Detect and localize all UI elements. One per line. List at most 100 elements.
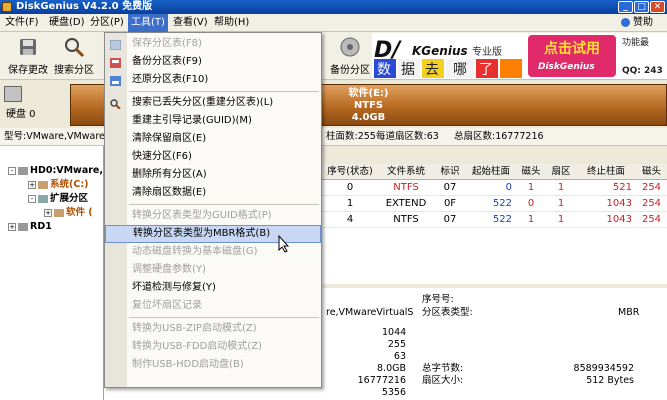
banner-char-2: 去 (425, 62, 439, 78)
sectors-per-track: 每道扇区数:63 (376, 131, 439, 142)
menu-item-label: 转换分区表类型为GUID格式(P) (132, 210, 272, 221)
tree-item-rd1[interactable]: + RD1 (8, 220, 52, 234)
menu-item-label: 动态磁盘转换为基本磁盘(G) (132, 246, 258, 257)
menu-help[interactable]: 帮助(H) (211, 14, 252, 32)
tree-item-system[interactable]: + 系统(C:) (28, 178, 88, 192)
menu-item-usb-hdd[interactable]: 制作USB-HDD启动盘(B) (105, 356, 321, 374)
tree-item-extended[interactable]: - 扩展分区 (28, 192, 88, 206)
banner-char-3: 哪 (453, 62, 467, 78)
cell-id: 0F (434, 196, 466, 212)
banner-right-top: 功能最 (622, 36, 649, 48)
menu-item-label: 还原分区表(F10) (132, 74, 209, 85)
save-changes-label: 保存更改 (8, 65, 48, 76)
cell-end-head: 254 (636, 212, 667, 228)
cell-index: 4 (322, 212, 378, 228)
col-header[interactable]: 序号(状态) (322, 164, 378, 180)
col-header[interactable]: 磁头 (636, 164, 667, 180)
tree-item-hd0[interactable]: - HD0:VMware, (8, 164, 103, 178)
menu-partition[interactable]: 分区(P) (87, 14, 127, 32)
partition-icon (54, 208, 64, 217)
cell-sector: 1 (546, 180, 576, 196)
partition-table-header: 序号(状态) 文件系统 标识 起始柱面 磁头 扇区 终止柱面 磁头 (322, 164, 667, 180)
cell-index: 0 (322, 180, 378, 196)
menu-item-label: 清除扇区数据(E) (132, 187, 207, 198)
menu-item-rebuild-mbr[interactable]: 重建主引导记录(GUID)(M) (105, 112, 321, 130)
tree-item-label: HD0:VMware, (30, 165, 103, 176)
col-header[interactable]: 文件系统 (378, 164, 434, 180)
window-title: DiskGenius V4.2.0 免费版 (16, 1, 153, 12)
menu-item-clear-reserved-sectors[interactable]: 清除保留扇区(E) (105, 130, 321, 148)
menu-item-backup-partition-table[interactable]: 备份分区表(F9) (105, 53, 321, 71)
menu-bar: 文件(F) 硬盘(D) 分区(P) 工具(T) 查看(V) 帮助(H) 赞助 (0, 14, 667, 32)
disk-info-line: 型号:VMware,VMwareVi 柱面数:255 每道扇区数:63 总扇区数… (0, 128, 667, 146)
collapse-icon[interactable]: - (8, 166, 16, 175)
menu-item-adjust-disk-params[interactable]: 调整硬盘参数(Y) (105, 261, 321, 279)
menu-item-delete-all-partitions[interactable]: 删除所有分区(A) (105, 166, 321, 184)
restore-icon (110, 75, 121, 86)
ad-banner[interactable]: D/ KGenius 专业版 数 据 去 哪 了 点击试用 DiskGenius… (372, 33, 667, 79)
menu-item-label: 备份分区表(F9) (132, 56, 202, 67)
menu-item-label: 删除所有分区(A) (132, 169, 207, 180)
menu-item-label: 转换为USB-ZIP启动模式(Z) (132, 323, 257, 334)
col-header[interactable]: 磁头 (516, 164, 546, 180)
col-header[interactable]: 扇区 (546, 164, 576, 180)
table-row[interactable]: 4 NTFS 07 522 1 1 1043 254 (322, 212, 667, 228)
donate-link[interactable]: 赞助 (621, 14, 653, 32)
menu-separator (129, 317, 319, 318)
menu-item-bad-sector-check[interactable]: 坏道检测与修复(Y) (105, 279, 321, 297)
save-changes-button[interactable]: 保存更改 (6, 34, 50, 78)
menu-item-search-lost-partitions[interactable]: 搜索已丢失分区(重建分区表)(L) (105, 94, 321, 112)
minimize-button[interactable]: _ (618, 1, 633, 13)
menu-item-label: 清除保留扇区(E) (132, 133, 207, 144)
table-row[interactable]: 0 NTFS 07 0 1 1 521 254 (322, 180, 667, 196)
expand-icon[interactable]: + (44, 208, 52, 217)
cell-sector: 1 (546, 196, 576, 212)
menu-item-label: 转换分区表类型为MBR格式(B) (133, 228, 271, 239)
menu-item-save-partition-table[interactable]: 保存分区表(F8) (105, 35, 321, 53)
menu-item-reset-bad-sectors[interactable]: 复位坏扇区记录 (105, 297, 321, 315)
banner-slogan-bottom: DiskGenius (538, 62, 595, 72)
app-icon (2, 2, 12, 12)
maximize-button[interactable]: □ (634, 1, 649, 13)
menu-view[interactable]: 查看(V) (170, 14, 211, 32)
col-header[interactable]: 终止柱面 (576, 164, 636, 180)
cell-id: 07 (434, 180, 466, 196)
disk-label: 硬盘 0 (6, 109, 36, 120)
expand-icon[interactable]: + (28, 180, 36, 189)
tree-item-software[interactable]: + 软件 ( (44, 206, 93, 220)
hard-disk-icon (4, 86, 22, 102)
menu-item-usb-fdd[interactable]: 转换为USB-FDD启动模式(Z) (105, 338, 321, 356)
banner-chinese: 专业版 (472, 45, 502, 58)
search-icon (63, 36, 85, 58)
search-partition-button[interactable]: 搜索分区 (52, 34, 96, 78)
menu-disk[interactable]: 硬盘(D) (46, 14, 88, 32)
disk-details: re,VMwareVirtualS 序号号: 分区表类型: MBR 1044 2… (322, 288, 667, 400)
menu-item-quick-partition[interactable]: 快速分区(F6) (105, 148, 321, 166)
cell-end-cyl: 1043 (576, 196, 636, 212)
search-partition-label: 搜索分区 (54, 65, 94, 76)
banner-char-4: 了 (479, 62, 493, 78)
save-icon (17, 36, 39, 58)
cylinder-count: 柱面数:255 (326, 131, 376, 142)
banner-char-0: 数 (377, 62, 391, 78)
menu-item-restore-partition-table[interactable]: 还原分区表(F10) (105, 71, 321, 89)
menu-item-label: 保存分区表(F8) (132, 38, 202, 49)
col-header[interactable]: 标识 (434, 164, 466, 180)
cell-start-cyl: 522 (466, 196, 516, 212)
banner-char-1: 据 (401, 62, 415, 78)
menu-item-usb-zip[interactable]: 转换为USB-ZIP启动模式(Z) (105, 320, 321, 338)
close-button[interactable]: ✕ (650, 1, 665, 13)
menu-item-convert-to-guid[interactable]: 转换分区表类型为GUID格式(P) (105, 207, 321, 225)
col-header[interactable]: 起始柱面 (466, 164, 516, 180)
table-row[interactable]: 1 EXTEND 0F 522 0 1 1043 254 (322, 196, 667, 212)
backup-partition-button[interactable]: 备份分区 (328, 34, 372, 78)
collapse-icon[interactable]: - (28, 194, 36, 203)
cell-start-cyl: 0 (466, 180, 516, 196)
menu-file[interactable]: 文件(F) (2, 14, 42, 32)
menu-tools[interactable]: 工具(T) (128, 14, 168, 32)
expand-icon[interactable]: + (8, 222, 16, 231)
partition-icon (38, 180, 48, 189)
menu-item-clear-sector-data[interactable]: 清除扇区数据(E) (105, 184, 321, 202)
partition-icon (38, 194, 48, 203)
backup-partition-label: 备份分区 (330, 65, 370, 76)
